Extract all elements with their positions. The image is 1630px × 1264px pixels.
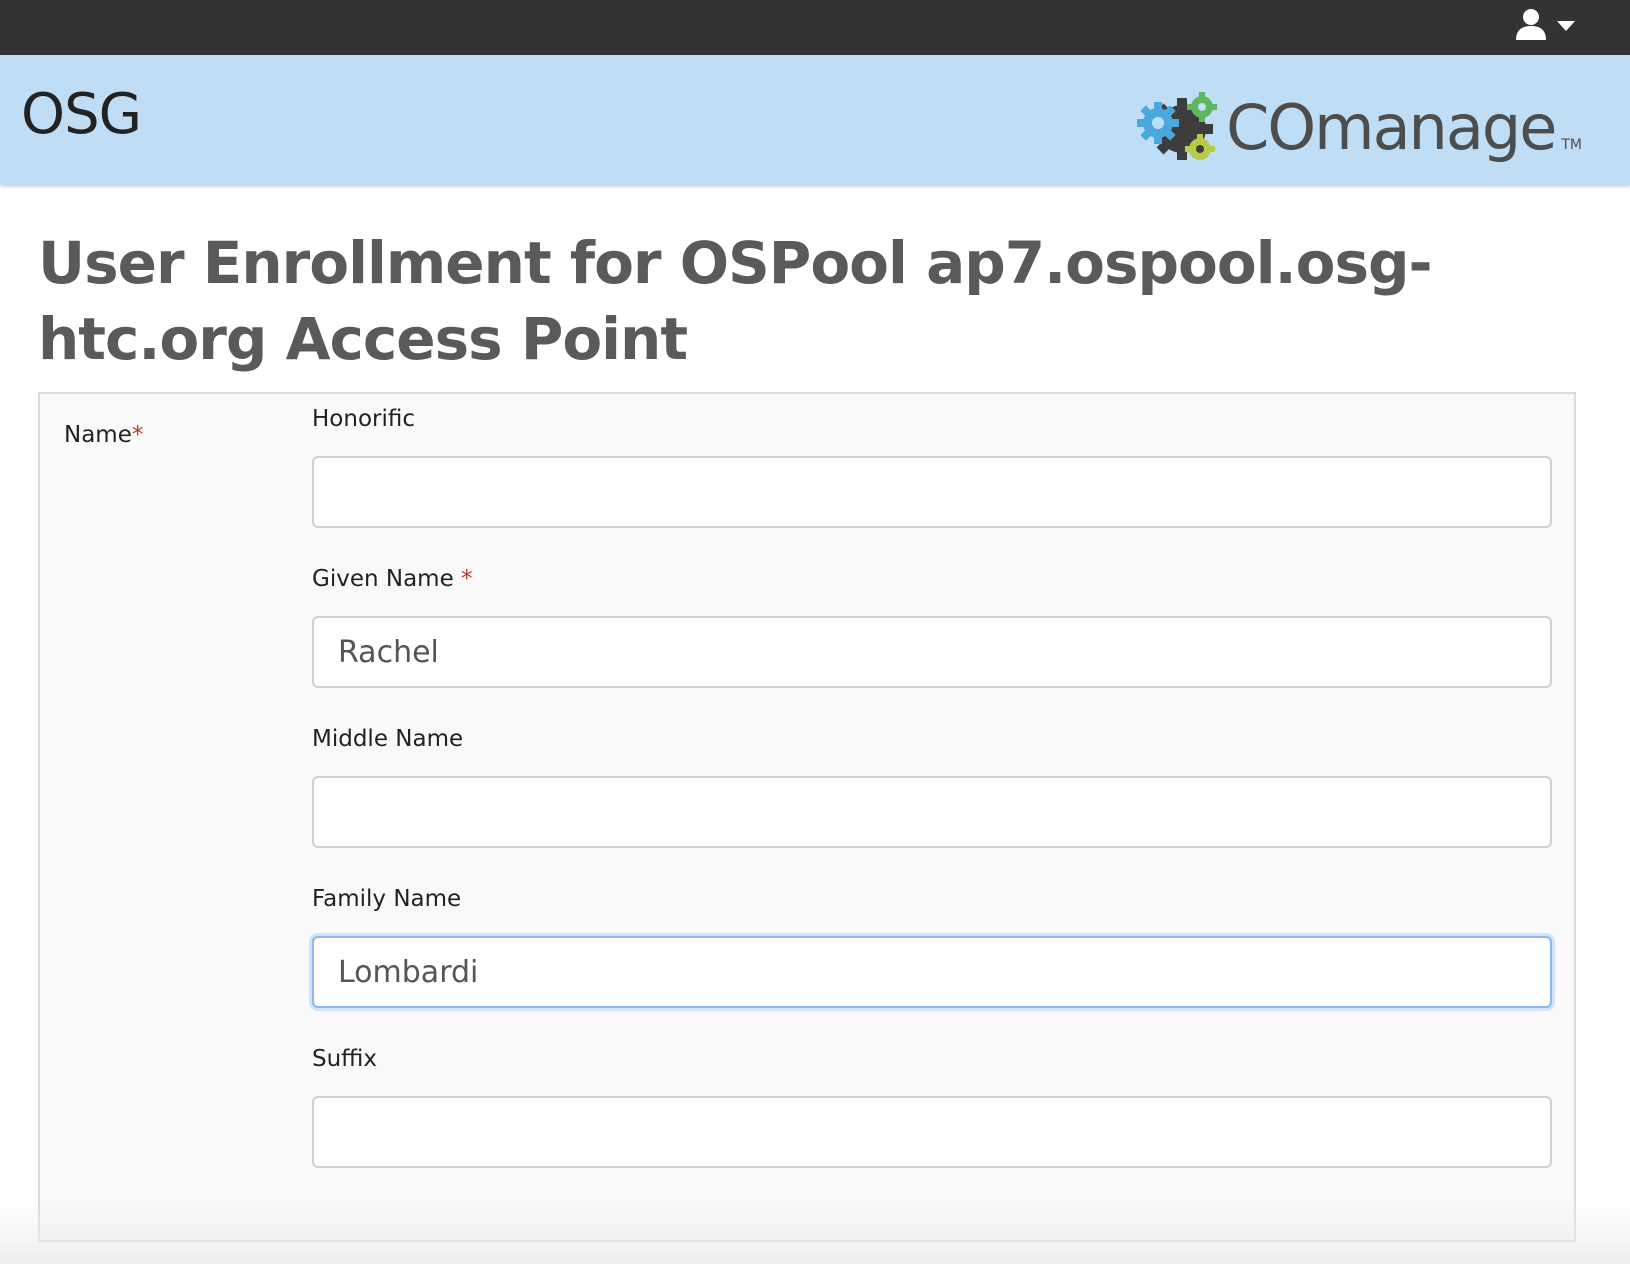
honorific-label: Honorific bbox=[312, 406, 415, 432]
middle-name-label: Middle Name bbox=[312, 726, 464, 752]
required-marker: * bbox=[131, 422, 144, 448]
name-group-label-text: Name bbox=[64, 422, 132, 448]
given-name-label-text: Given Name bbox=[312, 566, 454, 592]
app-header: OSG COmanage TM bbox=[0, 55, 1630, 185]
family-name-input[interactable] bbox=[312, 936, 1552, 1008]
given-name-label: Given Name * bbox=[312, 566, 473, 592]
user-menu-button[interactable] bbox=[1510, 6, 1580, 46]
logo-trademark: TM bbox=[1561, 137, 1582, 153]
site-title[interactable]: OSG bbox=[21, 87, 142, 143]
user-icon bbox=[1514, 7, 1548, 45]
top-bar bbox=[0, 0, 1630, 55]
caret-down-icon bbox=[1556, 17, 1576, 36]
suffix-label: Suffix bbox=[312, 1046, 378, 1072]
given-name-input[interactable] bbox=[312, 616, 1552, 688]
comanage-logo[interactable]: COmanage TM bbox=[1136, 71, 1582, 167]
name-group-label: Name* bbox=[64, 422, 143, 448]
family-name-label: Family Name bbox=[312, 886, 462, 912]
page-title: User Enrollment for OSPool ap7.ospool.os… bbox=[38, 229, 1433, 373]
logo-text: COmanage bbox=[1226, 91, 1557, 164]
required-marker: * bbox=[461, 566, 473, 592]
scroll-fade bbox=[0, 1200, 1630, 1264]
middle-name-input[interactable] bbox=[312, 776, 1552, 848]
honorific-input[interactable] bbox=[312, 456, 1552, 528]
name-form-section: Name* Honorific Given Name * Middle Name… bbox=[38, 392, 1576, 1242]
gears-icon bbox=[1136, 91, 1222, 167]
suffix-input[interactable] bbox=[312, 1096, 1552, 1168]
